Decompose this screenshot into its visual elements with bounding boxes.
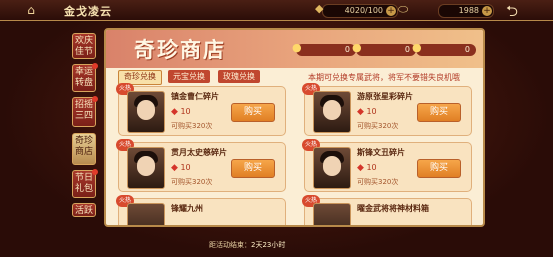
add-stamina-button[interactable]: + <box>386 6 396 16</box>
buy-button[interactable]: 购买 <box>231 159 275 178</box>
item-name: 贯月太史慈碎片 <box>171 147 227 157</box>
item-price: ◆ 10 <box>357 107 377 117</box>
stamina-counter: ◆ 4020/100 + <box>315 3 398 18</box>
stamina-icon: ◆ <box>315 2 324 15</box>
shop-item-card: 火热 斯锋文丑碎片 ◆ 10 可购买320次 购买 <box>302 139 472 192</box>
currency-slot-2: ● 0 <box>352 42 416 56</box>
purchase-limit: 可购买320次 <box>357 178 399 186</box>
notification-dot <box>92 169 98 175</box>
gem-icon: ◆ <box>171 107 178 117</box>
sidebar-item-gift-pack[interactable]: 节日礼包 <box>72 169 98 198</box>
shop-banner: 奇珍商店 ● 0 ● 0 ● 0 <box>106 30 483 68</box>
coin-icon: ● <box>292 41 302 54</box>
event-countdown: 距活动结束：2天23小时 <box>209 241 286 249</box>
shop-item-card: 火热 贯月太史慈碎片 ◆ 10 可购买320次 购买 <box>116 139 286 192</box>
buy-button[interactable]: 购买 <box>417 159 461 178</box>
hero-portrait <box>313 91 351 133</box>
sidebar-item-wheel[interactable]: 幸运转盘 <box>72 63 98 92</box>
sidebar-item-active[interactable]: 活跃 <box>72 203 96 217</box>
hero-portrait <box>127 91 165 133</box>
hero-portrait <box>313 147 351 189</box>
purchase-limit: 可购买320次 <box>171 122 213 130</box>
item-name: 锋耀九州 <box>171 203 203 213</box>
shop-notice: 本期可兑换专属武将，将军不要错失良机哦 <box>308 73 460 82</box>
shop-item-card: 火热 游原张星彩碎片 ◆ 10 可购买320次 购买 <box>302 83 472 136</box>
shop-panel: 奇珍商店 ● 0 ● 0 ● 0 奇珍兑换 元宝兑换 玫瑰兑换 本期可兑换专属武… <box>104 28 485 227</box>
item-name: 斯锋文丑碎片 <box>357 147 405 157</box>
notification-dot <box>92 63 98 69</box>
purchase-limit: 可购买320次 <box>171 178 213 186</box>
item-price: ◆ 10 <box>171 107 191 117</box>
coin-icon: ● <box>412 41 422 54</box>
notification-dot <box>92 96 98 102</box>
sidebar-item-festival[interactable]: 欢庆佳节 <box>72 33 96 59</box>
tab-yuanbao-exchange[interactable]: 元宝兑换 <box>168 70 210 83</box>
shop-item-card: 火热 锋耀九州 <box>116 195 286 225</box>
currency-counter: 1988 + <box>438 4 494 18</box>
tab-rose-exchange[interactable]: 玫瑰兑换 <box>218 70 260 83</box>
item-price: ◆ 10 <box>357 163 377 173</box>
sidebar-item-shop[interactable]: 奇珍商店 <box>72 133 96 165</box>
purchase-limit: 可购买320次 <box>357 122 399 130</box>
item-name: 镇金曹仁碎片 <box>171 91 219 101</box>
item-price: ◆ 10 <box>171 163 191 173</box>
add-currency-button[interactable]: + <box>482 6 492 16</box>
buy-button[interactable]: 购买 <box>231 103 275 122</box>
gem-icon: ◆ <box>171 163 178 173</box>
event-title: 金戈凌云 <box>64 5 112 18</box>
item-image <box>127 203 165 225</box>
shop-item-card: 火热 镇金曹仁碎片 ◆ 10 可购买320次 购买 <box>116 83 286 136</box>
item-name: 曜金武将将神材料箱 <box>357 203 429 213</box>
gem-icon: ◆ <box>357 107 364 117</box>
shop-title: 奇珍商店 <box>134 37 226 62</box>
currency-slot-3: ● 0 <box>412 42 476 56</box>
sidebar-item-sanguo[interactable]: 招摇三四 <box>72 96 98 127</box>
item-name: 游原张星彩碎片 <box>357 91 413 101</box>
home-icon[interactable]: ⌂ <box>24 3 38 17</box>
gem-icon: ◆ <box>357 163 364 173</box>
ingot-icon: ⬭ <box>398 2 409 16</box>
top-bar: ⌂ 金戈凌云 ◆ 4020/100 + ⬭ 1988 + ⮌ <box>0 0 553 21</box>
game-screen: ⌂ 金戈凌云 ◆ 4020/100 + ⬭ 1988 + ⮌ 欢庆佳节 幸运转盘… <box>0 0 553 257</box>
item-image <box>313 203 351 225</box>
hero-portrait <box>127 147 165 189</box>
currency-slot-1: ● 0 <box>292 42 356 56</box>
coin-icon: ● <box>352 41 362 54</box>
buy-button[interactable]: 购买 <box>417 103 461 122</box>
shop-item-card: 火热 曜金武将将神材料箱 <box>302 195 472 225</box>
